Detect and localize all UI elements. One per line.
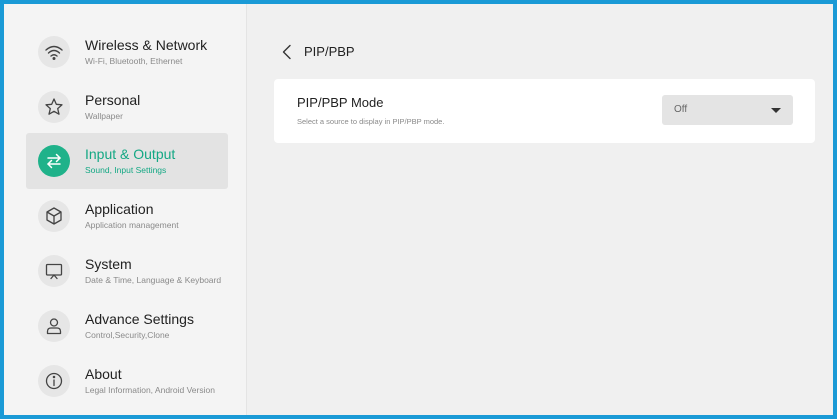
wifi-icon	[38, 36, 70, 68]
pip-mode-dropdown[interactable]: Off	[662, 95, 793, 125]
sidebar-item-wireless-network[interactable]: Wireless & Network Wi-Fi, Bluetooth, Eth…	[26, 24, 228, 80]
setting-description: Select a source to display in PIP/PBP mo…	[297, 117, 445, 126]
sidebar-item-title: Advance Settings	[85, 311, 194, 327]
sidebar-item-personal[interactable]: Personal Wallpaper	[26, 79, 228, 135]
page-title: PIP/PBP	[304, 44, 355, 59]
pip-mode-value: Off	[674, 104, 688, 115]
monitor-icon	[38, 255, 70, 287]
sidebar-item-advance-settings[interactable]: Advance Settings Control,Security,Clone	[26, 298, 228, 354]
user-icon	[38, 310, 70, 342]
cube-icon	[38, 200, 70, 232]
caret-down-icon	[771, 108, 781, 113]
back-button[interactable]	[282, 42, 298, 62]
info-icon	[38, 365, 70, 397]
sidebar-item-subtitle: Wallpaper	[85, 111, 123, 121]
sidebar-item-subtitle: Sound, Input Settings	[85, 165, 167, 175]
sidebar-item-title: Input & Output	[85, 146, 176, 162]
sidebar-item-subtitle: Control,Security,Clone	[85, 330, 170, 340]
sidebar: Wireless & Network Wi-Fi, Bluetooth, Eth…	[4, 4, 247, 415]
swap-arrows-icon	[38, 145, 70, 177]
sidebar-item-system[interactable]: System Date & Time, Language & Keyboard	[26, 243, 228, 299]
sidebar-item-title: Wireless & Network	[85, 37, 208, 53]
sidebar-item-subtitle: Application management	[85, 220, 179, 230]
sidebar-item-about[interactable]: About Legal Information, Android Version	[26, 353, 228, 409]
chevron-left-icon	[282, 44, 291, 60]
main-content: PIP/PBP PIP/PBP Mode Select a source to …	[247, 4, 833, 415]
sidebar-item-application[interactable]: Application Application management	[26, 188, 228, 244]
sidebar-item-title: Application	[85, 201, 154, 217]
sidebar-item-subtitle: Date & Time, Language & Keyboard	[85, 275, 222, 285]
setting-title: PIP/PBP Mode	[297, 95, 384, 110]
star-icon	[38, 91, 70, 123]
sidebar-item-input-output[interactable]: Input & Output Sound, Input Settings	[26, 133, 228, 189]
sidebar-item-title: System	[85, 256, 132, 272]
sidebar-item-title: About	[85, 366, 122, 382]
sidebar-item-subtitle: Wi-Fi, Bluetooth, Ethernet	[85, 56, 183, 66]
sidebar-item-subtitle: Legal Information, Android Version	[85, 385, 215, 395]
settings-window: Wireless & Network Wi-Fi, Bluetooth, Eth…	[4, 4, 833, 415]
setting-card-pip-mode: PIP/PBP Mode Select a source to display …	[274, 79, 815, 143]
sidebar-item-title: Personal	[85, 92, 141, 108]
